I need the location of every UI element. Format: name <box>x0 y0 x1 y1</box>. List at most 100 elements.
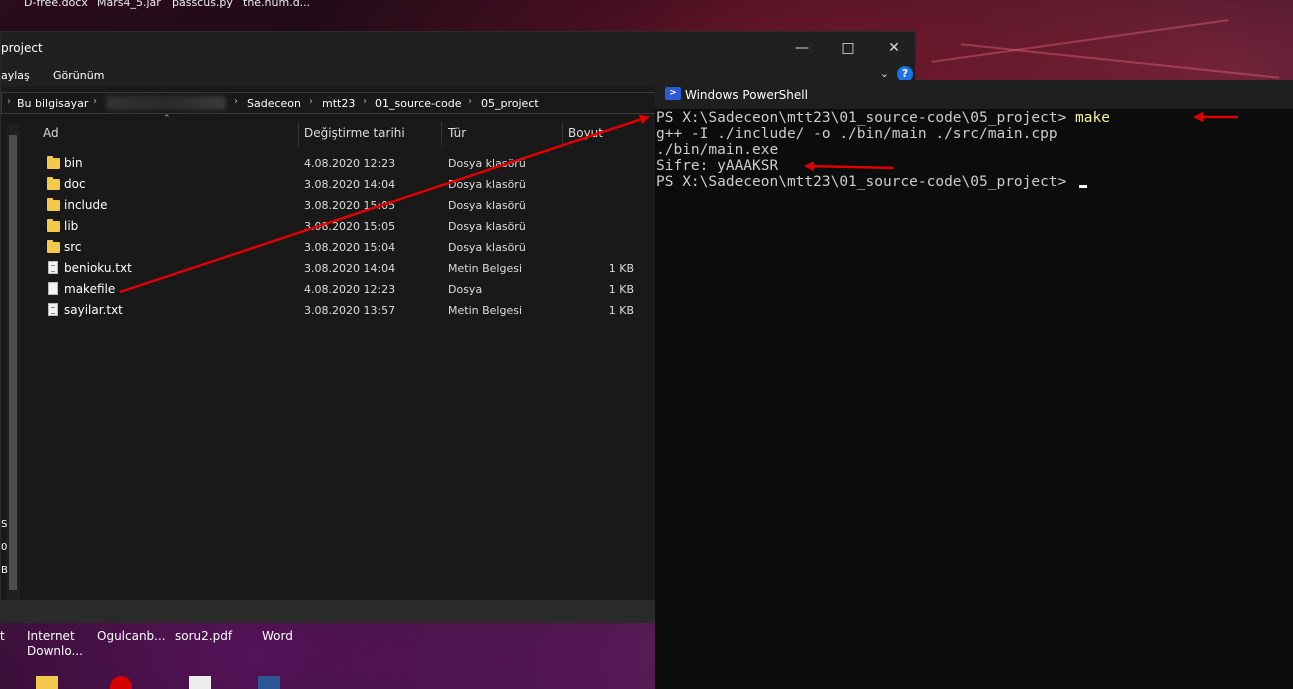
chevron-right-icon: › <box>234 96 238 107</box>
minimize-icon: — <box>795 39 809 56</box>
pdf-icon[interactable] <box>189 676 211 689</box>
desktop-icon-label[interactable]: passcus.py <box>172 0 233 9</box>
file-date: 3.08.2020 15:05 <box>304 220 396 233</box>
file-date: 3.08.2020 15:04 <box>304 241 396 254</box>
column-header-date[interactable]: Değiştirme tarihi <box>304 126 405 140</box>
folder-icon <box>47 177 60 190</box>
desktop-icon-label[interactable]: Ogulcanb... <box>97 629 166 644</box>
file-row[interactable]: doc 3.08.2020 14:04 Dosya klasörü <box>39 174 639 195</box>
file-name: benioku.txt <box>64 261 132 275</box>
column-header-name[interactable]: Ad <box>43 126 59 140</box>
close-button[interactable]: ✕ <box>871 32 917 63</box>
file-date: 4.08.2020 12:23 <box>304 157 396 170</box>
folder-icon <box>47 156 60 169</box>
column-divider[interactable] <box>298 122 299 146</box>
terminal-line: g++ -I ./include/ -o ./bin/main ./src/ma… <box>656 126 1058 142</box>
close-icon: ✕ <box>888 39 900 56</box>
powershell-icon: > <box>665 87 681 100</box>
file-name: sayilar.txt <box>64 303 123 317</box>
chevron-right-icon: › <box>468 96 472 107</box>
word-icon[interactable] <box>258 676 280 689</box>
scrollbar-thumb[interactable] <box>9 135 17 590</box>
file-type: Dosya klasörü <box>448 241 526 254</box>
terminal-command: make <box>1075 110 1110 126</box>
breadcrumb-item[interactable]: Bu bilgisayar <box>17 97 88 110</box>
maximize-icon: □ <box>841 39 855 56</box>
tab-view[interactable]: Görünüm <box>53 69 104 82</box>
file-type: Dosya klasörü <box>448 157 526 170</box>
file-date: 4.08.2020 12:23 <box>304 283 396 296</box>
address-bar[interactable]: › Bu bilgisayar › › Sadeceon › mtt23 › 0… <box>1 92 656 114</box>
column-header-type[interactable]: Tür <box>448 126 466 140</box>
nav-pane-scrollbar[interactable] <box>6 125 20 600</box>
file-type: Dosya <box>448 283 483 296</box>
breadcrumb-item[interactable]: mtt23 <box>322 97 355 110</box>
desktop-icon-label[interactable]: soru2.pdf <box>175 629 232 644</box>
folder-icon <box>47 219 60 232</box>
file-row[interactable]: bin 4.08.2020 12:23 Dosya klasörü <box>39 153 639 174</box>
nav-pane-label: S <box>1 519 8 530</box>
powershell-window[interactable]: > Windows PowerShell PS X:\Sadeceon\mtt2… <box>655 80 1293 689</box>
desktop-icon-label[interactable]: Word <box>262 629 293 644</box>
maximize-button[interactable]: □ <box>825 32 871 63</box>
file-date: 3.08.2020 15:05 <box>304 199 396 212</box>
column-divider[interactable] <box>562 122 563 146</box>
breadcrumb-item[interactable]: 05_project <box>481 97 539 110</box>
column-header-size[interactable]: Boyut <box>568 126 603 140</box>
nav-pane-label: 0 <box>1 542 8 553</box>
folder-icon <box>47 198 60 211</box>
file-row[interactable]: lib 3.08.2020 15:05 Dosya klasörü <box>39 216 639 237</box>
terminal-prompt: PS X:\Sadeceon\mtt23\01_source-code\05_p… <box>656 174 1076 190</box>
file-date: 3.08.2020 14:04 <box>304 262 396 275</box>
desktop-icon-label[interactable]: Mars4_5.jar <box>97 0 161 9</box>
file-icon <box>48 282 58 295</box>
file-name: makefile <box>64 282 116 296</box>
background-decoration <box>960 43 1280 79</box>
file-name: include <box>64 198 108 212</box>
chevron-right-icon: › <box>309 96 313 107</box>
file-size: 1 KB <box>608 283 634 296</box>
terminal-output-password: Sifre: yAAAKSR <box>656 158 779 174</box>
chevron-down-icon[interactable]: ⌄ <box>880 67 889 80</box>
terminal-line: ./bin/main.exe <box>656 142 779 158</box>
file-name: src <box>64 240 82 254</box>
desktop-icon-label[interactable]: t <box>0 629 5 644</box>
column-divider[interactable] <box>441 122 442 146</box>
file-name: bin <box>64 156 83 170</box>
desktop-icon-label[interactable]: Internet Downlo... <box>27 629 83 659</box>
chevron-right-icon: › <box>7 96 11 107</box>
file-name: doc <box>64 177 86 191</box>
file-size: 1 KB <box>608 262 634 275</box>
desktop-icon-label[interactable]: the.num.d... <box>243 0 310 9</box>
chevron-right-icon: › <box>93 96 97 107</box>
file-type: Metin Belgesi <box>448 304 523 317</box>
terminal-line[interactable]: PS X:\Sadeceon\mtt23\01_source-code\05_p… <box>656 174 1088 190</box>
file-row[interactable]: sayilar.txt 3.08.2020 13:57 Metin Belgesi 1… <box>39 300 639 321</box>
explorer-titlebar[interactable]: project — □ ✕ <box>1 32 915 63</box>
minimize-button[interactable]: — <box>779 32 825 63</box>
chevron-right-icon: › <box>363 96 367 107</box>
powershell-titlebar[interactable]: > Windows PowerShell <box>655 80 1293 109</box>
folder-icon <box>47 240 60 253</box>
file-type: Dosya klasörü <box>448 178 526 191</box>
tab-share[interactable]: aylaş <box>1 69 30 82</box>
file-date: 3.08.2020 13:57 <box>304 304 396 317</box>
breadcrumb-item[interactable]: Sadeceon <box>247 97 301 110</box>
terminal-prompt: PS X:\Sadeceon\mtt23\01_source-code\05_p… <box>656 110 1076 126</box>
horizontal-scrollbar[interactable] <box>1 600 656 622</box>
text-file-icon <box>48 303 58 316</box>
file-row[interactable]: include 3.08.2020 15:05 Dosya klasörü <box>39 195 639 216</box>
terminal-line: PS X:\Sadeceon\mtt23\01_source-code\05_p… <box>656 110 1110 126</box>
nav-pane-label: B <box>1 565 8 576</box>
file-name: lib <box>64 219 79 233</box>
file-row[interactable]: benioku.txt 3.08.2020 14:04 Metin Belgesi 1… <box>39 258 639 279</box>
file-row[interactable]: src 3.08.2020 15:04 Dosya klasörü <box>39 237 639 258</box>
file-date: 3.08.2020 14:04 <box>304 178 396 191</box>
file-row[interactable]: makefile 4.08.2020 12:23 Dosya 1 KB <box>39 279 639 300</box>
folder-icon[interactable] <box>36 676 58 689</box>
file-type: Dosya klasörü <box>448 199 526 212</box>
sort-ascending-icon: ⌃ <box>163 114 171 124</box>
text-cursor <box>1079 185 1088 188</box>
desktop-icon-label[interactable]: D-free.docx <box>24 0 88 9</box>
breadcrumb-item[interactable]: 01_source-code <box>375 97 462 110</box>
